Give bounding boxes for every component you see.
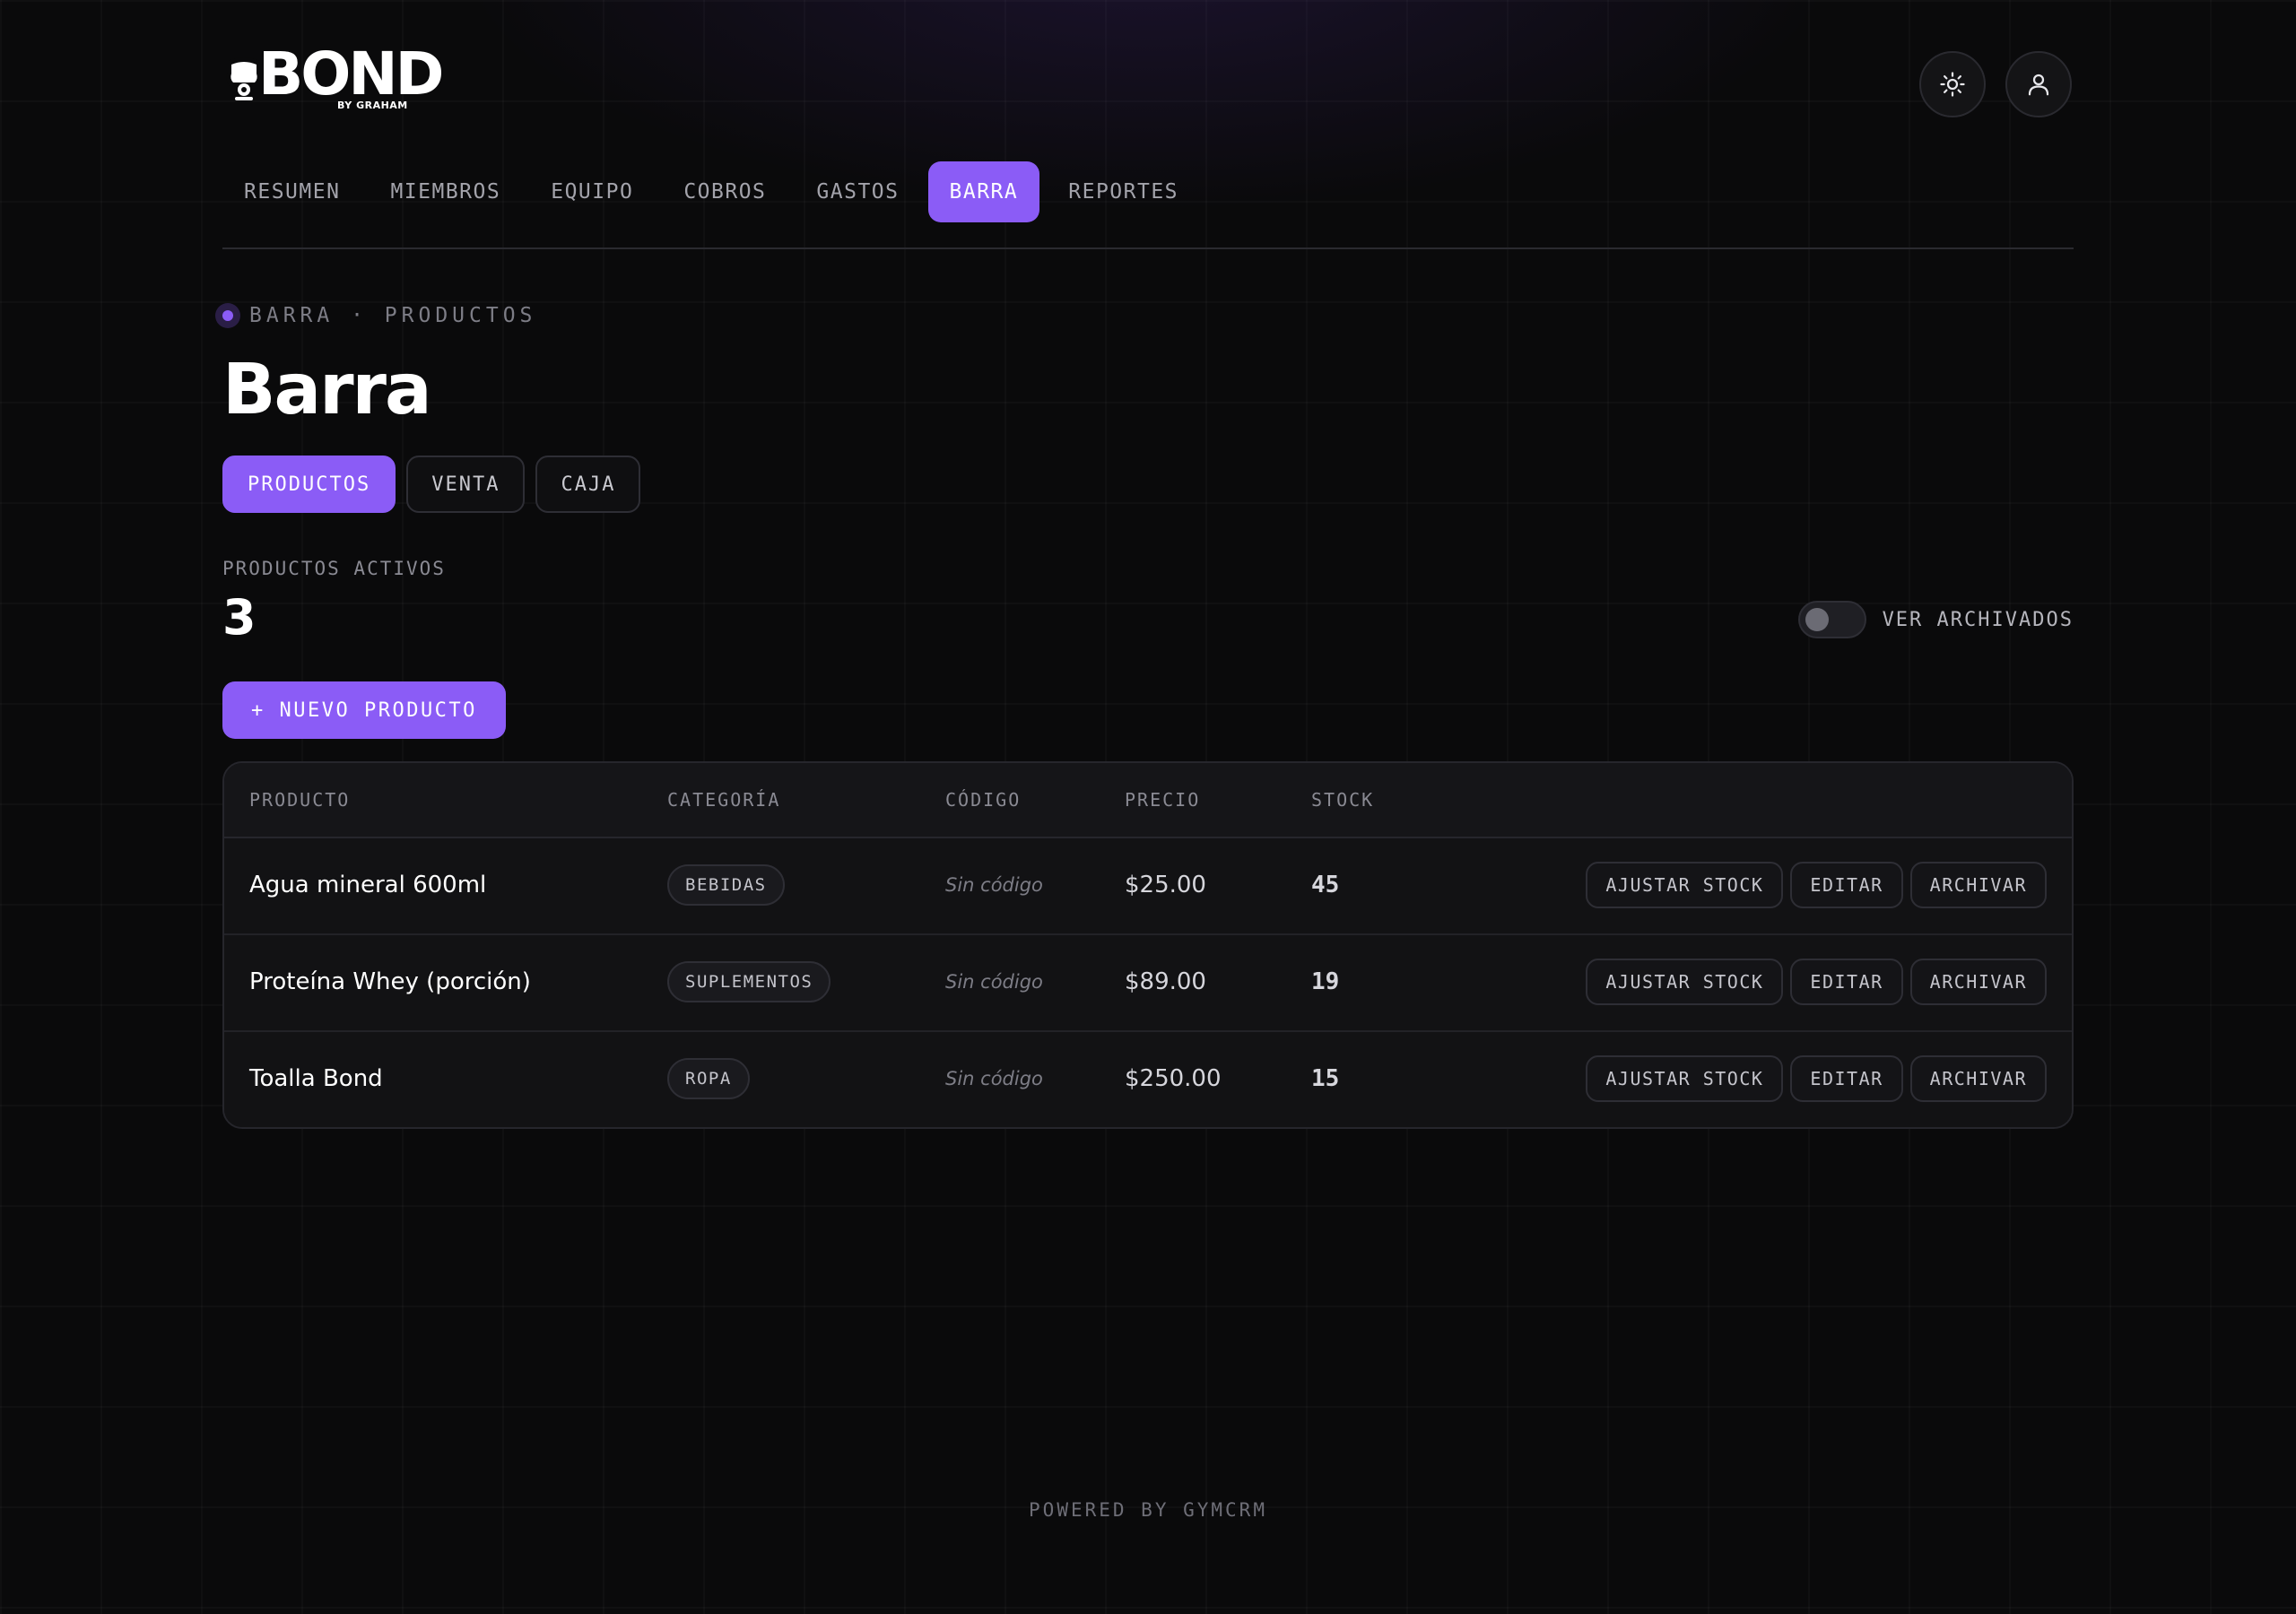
breadcrumb-dot-icon (215, 303, 240, 328)
new-product-button[interactable]: + NUEVO PRODUCTO (222, 681, 506, 739)
archive-button[interactable]: ARCHIVAR (1909, 862, 2047, 908)
archived-toggle[interactable] (1797, 601, 1866, 638)
header-code: CÓDIGO (945, 789, 1022, 811)
table-row: Agua mineral 600ml BEBIDAS Sin código $2… (224, 838, 2072, 935)
tab-caja[interactable]: CAJA (535, 456, 641, 513)
page-title: Barra (222, 350, 432, 430)
header-category: CATEGORÍA (667, 789, 781, 811)
product-code: Sin código (945, 874, 1043, 896)
nav-divider (222, 247, 2074, 249)
row-actions: AJUSTAR STOCK EDITAR ARCHIVAR (1586, 838, 2047, 932)
archived-toggle-group: VER ARCHIVADOS (1797, 601, 2074, 638)
sun-icon (1940, 72, 1965, 97)
user-icon (2028, 74, 2049, 96)
adjust-stock-button[interactable]: AJUSTAR STOCK (1586, 862, 1784, 908)
archived-toggle-label[interactable]: VER ARCHIVADOS (1883, 609, 2074, 631)
row-actions: AJUSTAR STOCK EDITAR ARCHIVAR (1586, 935, 2047, 1028)
toggle-knob (1805, 608, 1829, 631)
archive-button[interactable]: ARCHIVAR (1909, 959, 2047, 1005)
product-stock: 15 (1311, 1065, 1340, 1092)
theme-toggle-button[interactable] (1919, 51, 1986, 117)
product-price: $25.00 (1125, 872, 1206, 898)
category-cell: ROPA (667, 1032, 750, 1125)
footer-powered-by: POWERED BY GYMCRM (1029, 1499, 1267, 1521)
nav-item-equipo[interactable]: EQUIPO (529, 161, 655, 222)
brand-subtitle: BY GRAHAM (337, 100, 408, 111)
product-name: Proteína Whey (porción) (249, 968, 531, 995)
edit-button[interactable]: EDITAR (1790, 862, 1903, 908)
nav-item-miembros[interactable]: MIEMBROS (369, 161, 522, 222)
product-name: Toalla Bond (249, 1065, 383, 1092)
page: BOND BY GRAHAM RESUMEN MIEMBROS EQUIPO C… (215, 0, 2074, 1614)
category-badge: BEBIDAS (667, 864, 785, 906)
product-price: $89.00 (1125, 968, 1206, 995)
tab-productos[interactable]: PRODUCTOS (222, 456, 396, 513)
products-table: PRODUCTO CATEGORÍA CÓDIGO PRECIO STOCK A… (222, 761, 2074, 1129)
nav-item-resumen[interactable]: RESUMEN (222, 161, 361, 222)
main-nav: RESUMEN MIEMBROS EQUIPO COBROS GASTOS BA… (222, 161, 1200, 222)
category-badge: SUPLEMENTOS (667, 961, 831, 1002)
adjust-stock-button[interactable]: AJUSTAR STOCK (1586, 1055, 1784, 1102)
edit-button[interactable]: EDITAR (1790, 959, 1903, 1005)
subtabs: PRODUCTOS VENTA CAJA (222, 456, 641, 513)
archive-button[interactable]: ARCHIVAR (1909, 1055, 2047, 1102)
edit-button[interactable]: EDITAR (1790, 1055, 1903, 1102)
product-name: Agua mineral 600ml (249, 872, 487, 898)
table-row: Toalla Bond ROPA Sin código $250.00 15 A… (224, 1032, 2072, 1127)
product-stock: 45 (1311, 872, 1340, 898)
breadcrumb: BARRA · PRODUCTOS (215, 303, 536, 328)
product-code: Sin código (945, 1068, 1043, 1089)
breadcrumb-text: BARRA · PRODUCTOS (249, 304, 537, 327)
nav-item-cobros[interactable]: COBROS (662, 161, 787, 222)
profile-button[interactable] (2005, 51, 2072, 117)
brand-wordmark: BOND (258, 39, 444, 108)
header-stock: STOCK (1311, 789, 1375, 811)
category-cell: BEBIDAS (667, 838, 785, 932)
table-row: Proteína Whey (porción) SUPLEMENTOS Sin … (224, 935, 2072, 1032)
nav-item-gastos[interactable]: GASTOS (795, 161, 920, 222)
active-products-label: PRODUCTOS ACTIVOS (222, 558, 446, 579)
product-price: $250.00 (1125, 1065, 1222, 1092)
product-code: Sin código (945, 971, 1043, 993)
brand-logo[interactable]: BOND BY GRAHAM (222, 45, 444, 115)
table-header: PRODUCTO CATEGORÍA CÓDIGO PRECIO STOCK (224, 763, 2072, 838)
tab-venta[interactable]: VENTA (406, 456, 526, 513)
category-badge: ROPA (667, 1058, 750, 1099)
nav-item-barra[interactable]: BARRA (927, 161, 1040, 222)
row-actions: AJUSTAR STOCK EDITAR ARCHIVAR (1586, 1032, 2047, 1125)
category-cell: SUPLEMENTOS (667, 935, 831, 1028)
header-price: PRECIO (1125, 789, 1201, 811)
header-product: PRODUCTO (249, 789, 351, 811)
nav-item-reportes[interactable]: REPORTES (1047, 161, 1200, 222)
active-products-count: 3 (222, 589, 257, 646)
product-stock: 19 (1311, 968, 1340, 995)
adjust-stock-button[interactable]: AJUSTAR STOCK (1586, 959, 1784, 1005)
